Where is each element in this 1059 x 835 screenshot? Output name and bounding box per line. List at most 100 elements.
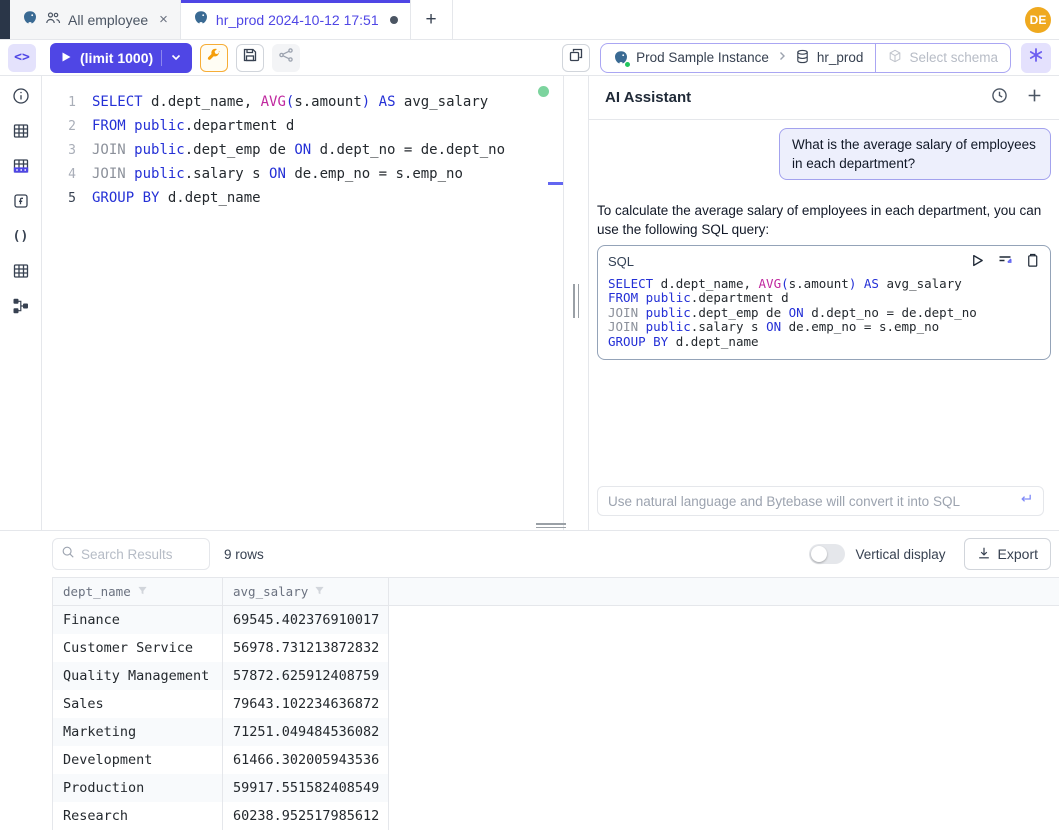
run-query-button[interactable]: (limit 1000) [50,43,192,73]
ai-prompt-input[interactable] [608,494,1010,509]
postgres-icon [22,10,38,29]
schema-diagram-icon[interactable] [12,297,30,315]
table-row[interactable]: Quality Management57872.625912408759 [52,662,1059,690]
results-panel: 9 rows Vertical display Export dept_name… [0,530,1059,835]
new-tab-button[interactable]: + [411,0,453,39]
tab-label: All employee [68,12,148,28]
line-number: 4 [42,167,76,182]
insert-into-editor-icon[interactable] [997,252,1013,271]
sql-line: 2FROM public.department d [42,114,563,138]
unsaved-dot [390,16,398,24]
function-icon[interactable] [12,192,30,210]
new-chat-icon[interactable] [1026,87,1043,109]
ai-assistant-button[interactable] [1021,43,1051,73]
code-language-label: SQL [608,254,634,269]
code-icon[interactable]: <> [8,44,36,72]
table-row[interactable]: Finance69545.402376910017 [52,606,1059,634]
line-number: 5 [42,191,76,206]
sql-line: FROM public.department d [608,291,1040,306]
table-row[interactable]: Marketing71251.049484536082 [52,718,1059,746]
save-button[interactable] [236,44,264,72]
batch-query-button[interactable] [562,44,590,72]
sql-line: JOIN public.salary s ON de.emp_no = s.em… [608,320,1040,335]
tab-hr-prod[interactable]: hr_prod 2024-10-12 17:51 [181,0,411,39]
table-row[interactable]: Development61466.302005943536 [52,746,1059,774]
procedure-icon[interactable]: () [12,227,30,245]
toolbar-right-group: Prod Sample Instance hr_prod Select sche… [562,43,1051,73]
export-button[interactable]: Export [964,538,1051,570]
connection-health-dot [538,86,549,97]
dept-name-cell: Production [53,774,223,802]
sql-line: JOIN public.dept_emp de ON d.dept_no = d… [608,305,1040,320]
line-number: 3 [42,143,76,158]
sql-editor[interactable]: 1SELECT d.dept_name, AVG(s.amount) AS av… [42,76,563,530]
column-header-empty [389,578,1059,605]
vertical-display-label: Vertical display [855,547,945,562]
close-icon[interactable]: × [159,12,168,27]
table-row[interactable]: Research60238.952517985612 [52,802,1059,830]
copy-icon[interactable] [1025,253,1040,271]
enter-icon[interactable] [1018,491,1033,511]
database-name: hr_prod [817,50,864,65]
row-count: 9 rows [224,547,264,562]
chevron-down-icon[interactable] [170,50,182,66]
info-icon[interactable] [12,87,30,105]
ai-assistant-panel: AI Assistant What is the average salary … [588,76,1059,530]
search-icon [61,545,75,564]
sort-filter-icon[interactable] [137,584,148,599]
dept-name-cell: Development [53,746,223,774]
overview-ruler-mark [548,182,563,185]
postgres-icon [193,10,209,29]
line-number: 2 [42,119,76,134]
connection-status-dot [624,61,631,68]
external-table-icon[interactable] [12,157,30,175]
dept-name-cell: Quality Management [53,662,223,690]
sql-editor-lines: 1SELECT d.dept_name, AVG(s.amount) AS av… [42,90,563,210]
format-button[interactable] [200,44,228,72]
ai-chat-area: What is the average salary of employees … [589,120,1059,530]
instance-database-selector[interactable]: Prod Sample Instance hr_prod [601,44,875,72]
avg-salary-cell: 59917.551582408549 [223,774,389,802]
column-header-avg-salary[interactable]: avg_salary [223,578,389,605]
dept-name-cell: Marketing [53,718,223,746]
table-icon[interactable] [12,122,30,140]
tab-bar: All employee × hr_prod 2024-10-12 17:51 … [0,0,1059,40]
run-icon[interactable] [970,253,985,271]
avg-salary-cell: 79643.102234636872 [223,690,389,718]
save-icon [242,47,258,68]
app-logo-block[interactable] [0,0,10,39]
table-row[interactable]: Customer Service56978.731213872832 [52,634,1059,662]
avatar[interactable]: DE [1025,7,1051,33]
play-icon [60,50,72,66]
sql-line: SELECT d.dept_name, AVG(s.amount) AS avg… [608,276,1040,291]
tab-all-employee[interactable]: All employee × [10,0,181,39]
schema-selector[interactable]: Select schema [875,44,1010,72]
people-icon [45,10,61,29]
postgres-icon [613,50,629,66]
chevron-right-icon [776,50,788,65]
assistant-message: To calculate the average salary of emplo… [597,201,1051,239]
vertical-display-toggle[interactable] [809,544,845,564]
view-icon[interactable] [12,262,30,280]
vertical-splitter[interactable] [563,76,588,530]
dept-name-cell: Sales [53,690,223,718]
editor-toolbar: <> (limit 1000) [0,40,1059,76]
share-button[interactable] [272,44,300,72]
search-results-input[interactable] [81,547,201,562]
line-number: 1 [42,95,76,110]
horizontal-splitter-handle[interactable] [536,523,566,528]
sql-line: 1SELECT d.dept_name, AVG(s.amount) AS av… [42,90,563,114]
table-row[interactable]: Production59917.551582408549 [52,774,1059,802]
schema-box-icon [888,49,902,66]
connection-breadcrumb: Prod Sample Instance hr_prod Select sche… [600,43,1011,73]
divider [161,50,162,66]
table-body: Finance69545.402376910017Customer Servic… [52,606,1059,830]
sort-filter-icon[interactable] [314,584,325,599]
export-label: Export [998,546,1038,562]
results-table: dept_name avg_salary Finance69545.402376… [52,577,1059,830]
table-row[interactable]: Sales79643.102234636872 [52,690,1059,718]
column-header-dept-name[interactable]: dept_name [53,578,223,605]
splitter-handle[interactable] [573,284,579,318]
main-area: () 1SELECT d.dept_name, AVG(s.amount) AS… [0,76,1059,530]
history-clock-icon[interactable] [991,87,1008,109]
